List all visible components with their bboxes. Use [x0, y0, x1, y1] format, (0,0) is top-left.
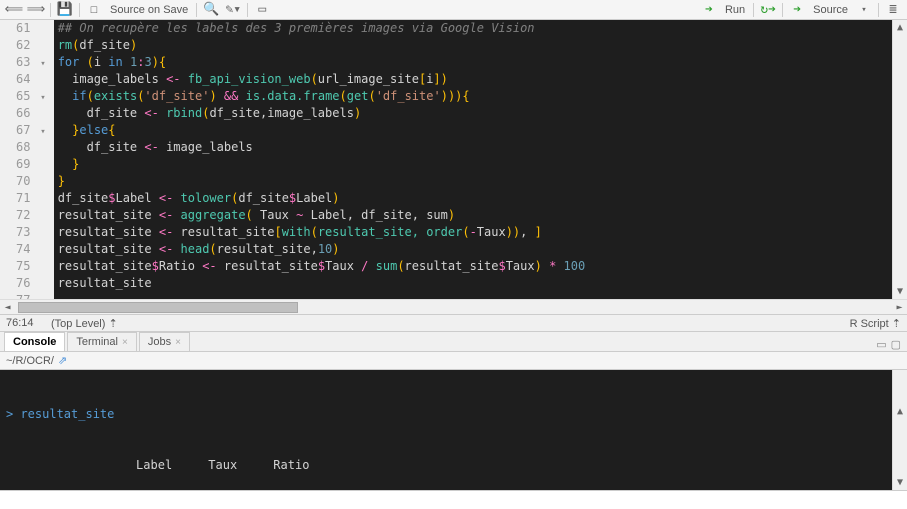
- code-line[interactable]: }: [58, 156, 907, 173]
- editor-toolbar: ⟸ ⟹ 💾 ☐ Source on Save 🔍 ✎▾ ▭ ➔ Run ↻➔ ➔…: [0, 0, 907, 20]
- line-number: 74: [16, 241, 46, 258]
- code-line[interactable]: if(exists('df_site') && is.data.frame(ge…: [58, 88, 907, 105]
- code-line[interactable]: image_labels <- fb_api_vision_web(url_im…: [58, 71, 907, 88]
- scroll-down-icon[interactable]: ▼: [893, 284, 907, 299]
- code-line[interactable]: resultat_site <- resultat_site[with(resu…: [58, 224, 907, 241]
- run-icon[interactable]: ➔: [699, 2, 719, 18]
- report-icon[interactable]: ▭: [252, 2, 272, 18]
- toolbar-separator: [50, 3, 51, 17]
- line-number: 72: [16, 207, 46, 224]
- source-on-save-label[interactable]: Source on Save: [106, 4, 192, 16]
- minimize-icon[interactable]: ▭: [876, 338, 886, 351]
- outline-icon[interactable]: ≣: [883, 2, 903, 18]
- line-number: 76: [16, 275, 46, 292]
- maximize-icon[interactable]: ▢: [891, 338, 901, 351]
- line-number: 69: [16, 156, 46, 173]
- scroll-down-icon[interactable]: ▼: [893, 475, 907, 490]
- code-line[interactable]: rm(df_site): [58, 37, 907, 54]
- close-icon[interactable]: ×: [175, 337, 181, 348]
- bottom-area: [0, 490, 907, 509]
- popout-icon[interactable]: ⇗: [58, 354, 67, 367]
- rerun-icon[interactable]: ↻➔: [758, 2, 778, 18]
- line-gutter: 61 62 63 ▾64 65 ▾66 67 ▾68 69 70 71 72 7…: [0, 20, 54, 299]
- line-number: 66: [16, 105, 46, 122]
- code-line[interactable]: resultat_site <- aggregate( Taux ~ Label…: [58, 207, 907, 224]
- line-number: 64: [16, 71, 46, 88]
- vertical-scrollbar[interactable]: ▲ ▼: [892, 20, 907, 299]
- line-number: 63 ▾: [16, 54, 46, 71]
- cursor-position: 76:14: [6, 317, 51, 329]
- source-label[interactable]: Source: [809, 4, 852, 16]
- checkbox-icon[interactable]: ☐: [84, 2, 104, 18]
- back-icon[interactable]: ⟸: [4, 2, 24, 18]
- code-line[interactable]: df_site <- image_labels: [58, 139, 907, 156]
- console-vertical-scrollbar[interactable]: ▲ ▼: [892, 370, 907, 490]
- code-line[interactable]: for (i in 1:3){: [58, 54, 907, 71]
- source-dropdown-icon[interactable]: ▾: [854, 2, 874, 18]
- tab-jobs[interactable]: Jobs ×: [139, 332, 190, 351]
- tab-terminal[interactable]: Terminal ×: [67, 332, 136, 351]
- panel-tabs: Console Terminal × Jobs × ▭ ▢: [0, 332, 907, 352]
- line-number: 61: [16, 20, 46, 37]
- save-icon[interactable]: 💾: [55, 2, 75, 18]
- code-line[interactable]: }: [58, 173, 907, 190]
- line-number: 71: [16, 190, 46, 207]
- toolbar-separator: [753, 3, 754, 17]
- code-body[interactable]: ## On recupère les labels des 3 première…: [54, 20, 907, 299]
- code-line[interactable]: resultat_site$Ratio <- resultat_site$Tau…: [58, 258, 907, 275]
- line-number: 77: [16, 292, 46, 299]
- code-line[interactable]: df_site <- rbind(df_site,image_labels): [58, 105, 907, 122]
- line-number: 70: [16, 173, 46, 190]
- scroll-up-icon[interactable]: ▲: [893, 404, 907, 419]
- lang-arrows-icon: ⇡: [892, 318, 901, 330]
- scope-selector[interactable]: (Top Level) ⇡: [51, 317, 850, 330]
- console-path-bar: ~/R/OCR/ ⇗: [0, 352, 907, 370]
- toolbar-separator: [79, 3, 80, 17]
- code-line[interactable]: resultat_site: [58, 275, 907, 292]
- code-line[interactable]: }else{: [58, 122, 907, 139]
- toolbar-separator: [196, 3, 197, 17]
- code-line[interactable]: df_site$Label <- tolower(df_site$Label): [58, 190, 907, 207]
- tab-console[interactable]: Console: [4, 332, 65, 351]
- toolbar-separator: [247, 3, 248, 17]
- table-header: Label Taux Ratio: [6, 457, 901, 474]
- code-line[interactable]: resultat_site <- head(resultat_site,10): [58, 241, 907, 258]
- scroll-right-icon[interactable]: ►: [892, 300, 907, 315]
- console-path: ~/R/OCR/: [6, 355, 54, 367]
- toolbar-separator: [782, 3, 783, 17]
- line-number: 67 ▾: [16, 122, 46, 139]
- status-bar: 76:14 (Top Level) ⇡ R Script ⇡: [0, 314, 907, 332]
- language-selector[interactable]: R Script ⇡: [850, 317, 901, 330]
- line-number: 68: [16, 139, 46, 156]
- scrollbar-thumb[interactable]: [18, 302, 298, 313]
- code-line[interactable]: [58, 292, 907, 299]
- code-editor[interactable]: 61 62 63 ▾64 65 ▾66 67 ▾68 69 70 71 72 7…: [0, 20, 907, 314]
- line-number: 65 ▾: [16, 88, 46, 105]
- horizontal-scrollbar[interactable]: ◄ ►: [0, 299, 907, 314]
- code-line[interactable]: ## On recupère les labels des 3 première…: [58, 20, 907, 37]
- search-icon[interactable]: 🔍: [201, 2, 221, 18]
- close-icon[interactable]: ×: [122, 337, 128, 348]
- line-number: 62: [16, 37, 46, 54]
- console-output[interactable]: > resultat_site Label Taux Ratio 16 t-sh…: [0, 370, 907, 490]
- scroll-left-icon[interactable]: ◄: [0, 300, 15, 315]
- source-icon[interactable]: ➔: [787, 2, 807, 18]
- toolbar-separator: [878, 3, 879, 17]
- line-number: 75: [16, 258, 46, 275]
- line-number: 73: [16, 224, 46, 241]
- run-label[interactable]: Run: [721, 4, 749, 16]
- forward-icon[interactable]: ⟹: [26, 2, 46, 18]
- scope-arrows-icon: ⇡: [108, 318, 117, 330]
- wand-icon[interactable]: ✎▾: [223, 2, 243, 18]
- console-prompt: > resultat_site: [6, 407, 114, 421]
- scroll-up-icon[interactable]: ▲: [893, 20, 907, 35]
